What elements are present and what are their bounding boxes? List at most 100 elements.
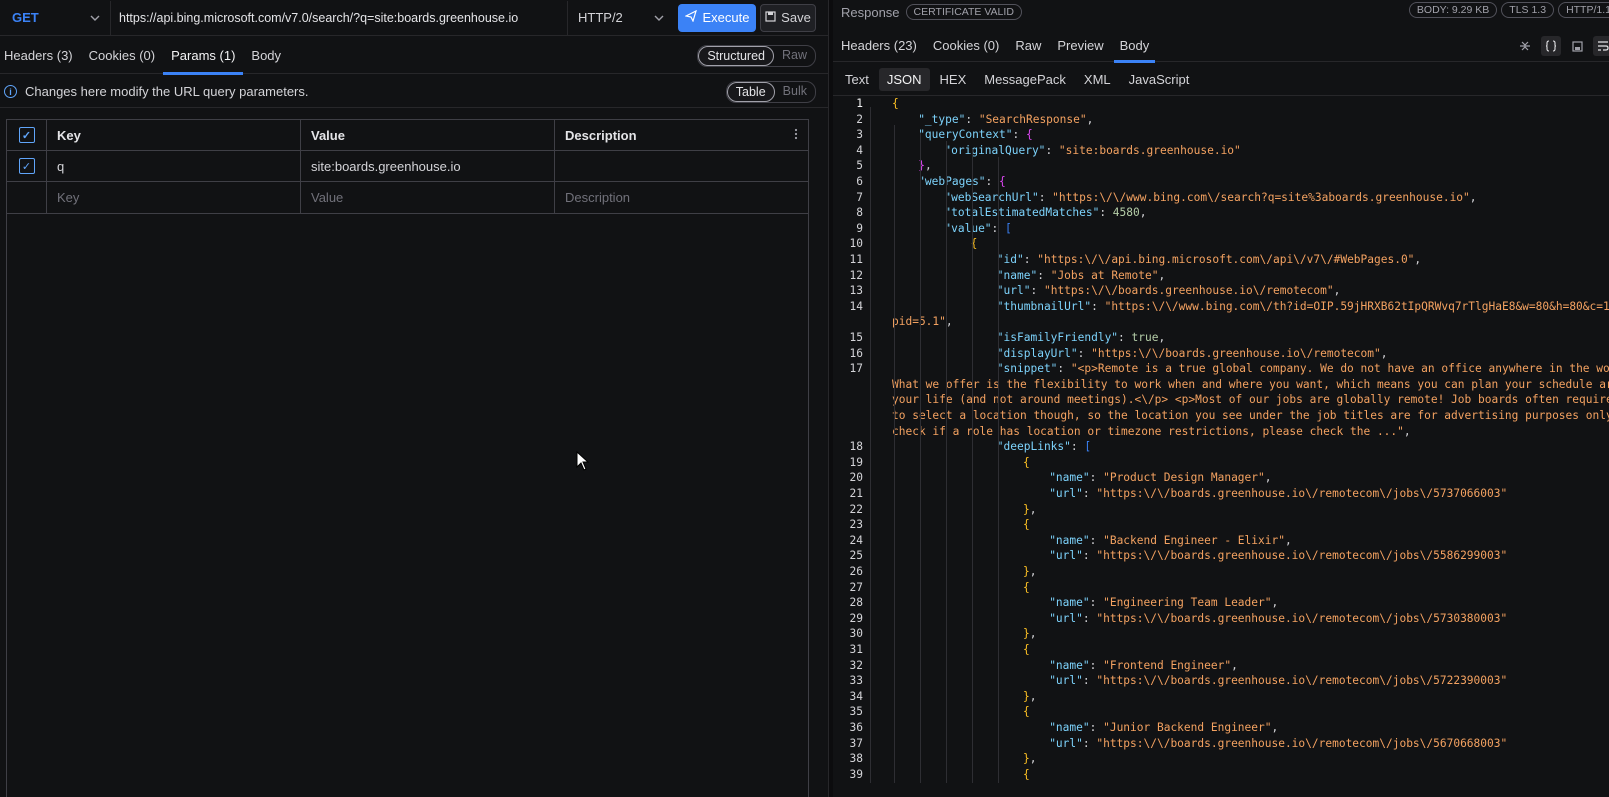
param-key[interactable]: q: [47, 151, 301, 181]
code-token: ,: [1271, 596, 1279, 610]
line-number: 4: [856, 143, 863, 157]
url-input[interactable]: https://api.bing.microsoft.com/v7.0/sear…: [111, 0, 568, 35]
code-token: :: [1099, 206, 1113, 220]
tab-response-cookies[interactable]: Cookies (0): [925, 30, 1007, 62]
line-number: 18: [849, 440, 863, 454]
code-token: }: [1023, 565, 1030, 578]
code-token: :: [1037, 268, 1051, 282]
tab-response-body[interactable]: Body: [1112, 30, 1158, 63]
line-number: 15: [849, 331, 863, 344]
code-line: },: [1023, 565, 1037, 578]
code-token: "Frontend Engineer": [1103, 658, 1232, 672]
line-number: 9: [856, 221, 863, 235]
code-line: "webPages": {: [918, 175, 1006, 188]
code-token: ,: [1284, 533, 1292, 547]
tab-response-headers[interactable]: Headers (23): [833, 30, 925, 62]
code-token: "Junior Backend Engineer": [1103, 721, 1272, 734]
code-token: ,: [1403, 424, 1411, 438]
code-line: {: [1023, 581, 1030, 594]
mode-structured[interactable]: Structured: [698, 45, 774, 66]
code-token: "https:\/\/www.bing.com\/search?q=site%3…: [1052, 190, 1470, 204]
code-token: :: [1091, 299, 1105, 313]
braces-icon[interactable]: [1541, 36, 1561, 56]
format-json[interactable]: JSON: [878, 68, 930, 91]
code-token: ,: [1086, 112, 1094, 126]
line-number: 26: [849, 565, 863, 578]
format-xml[interactable]: XML: [1076, 68, 1119, 91]
line-number: 23: [849, 518, 863, 532]
format-javascript[interactable]: JavaScript: [1121, 68, 1198, 91]
line-number: 20: [849, 471, 863, 485]
row-checkbox[interactable]: ✓: [18, 158, 35, 174]
tab-headers[interactable]: Headers (3): [0, 38, 81, 74]
code-line: "value": [: [944, 222, 1011, 235]
code-line: },: [1023, 752, 1037, 765]
code-line: {: [1023, 456, 1030, 469]
format-hex[interactable]: HEX: [932, 68, 975, 91]
certificate-badge: CERTIFICATE VALID: [905, 4, 1022, 20]
code-token: ,: [1380, 346, 1388, 360]
code-token: "name": [1049, 533, 1090, 547]
code-token: "id": [996, 253, 1024, 266]
code-token: What we offer is the flexibility to work…: [892, 377, 1609, 391]
save-icon[interactable]: [1567, 36, 1587, 56]
line-number: 31: [849, 643, 863, 656]
select-all-checkbox[interactable]: ✓: [18, 127, 35, 143]
line-number: 10: [849, 237, 863, 251]
line-number: 36: [849, 721, 863, 734]
tab-cookies[interactable]: Cookies (0): [81, 38, 163, 74]
format-text[interactable]: Text: [837, 68, 877, 91]
code-token: ,: [1158, 331, 1166, 344]
collapse-icon[interactable]: [1515, 36, 1535, 56]
tab-params[interactable]: Params (1): [163, 38, 244, 75]
json-code-view[interactable]: 1 {2 "_type": "SearchResponse", 3 "queryCont…: [833, 97, 1609, 797]
code-token: "url": [996, 284, 1031, 298]
new-value-input[interactable]: Value: [301, 182, 555, 213]
view-bulk[interactable]: Bulk: [775, 82, 815, 102]
line-number: 11: [849, 253, 863, 266]
more-vertical-icon[interactable]: [794, 128, 798, 143]
col-key: Key: [47, 120, 301, 150]
code-token: "Engineering Team Leader": [1103, 596, 1272, 610]
code-token: "name": [1049, 721, 1090, 734]
code-token: :: [1089, 596, 1104, 610]
tab-response-preview[interactable]: Preview: [1049, 30, 1111, 62]
line-number: 24: [849, 533, 863, 547]
tab-response-raw[interactable]: Raw: [1007, 30, 1049, 62]
code-token: "https:\/\/boards.greenhouse.io\/remotec…: [1096, 549, 1508, 563]
execute-button[interactable]: Execute: [678, 3, 756, 32]
tab-body[interactable]: Body: [243, 38, 289, 74]
indent-guide: [894, 125, 895, 784]
protocol-select[interactable]: HTTP/2: [568, 1, 674, 35]
code-line: to select a location though, so the loca…: [892, 409, 1609, 422]
new-description-input[interactable]: Description: [555, 182, 808, 213]
code-token: "webPages": [918, 175, 986, 188]
line-number: 12: [849, 268, 863, 282]
execute-label: Execute: [702, 10, 750, 25]
line-number: 29: [849, 611, 863, 625]
view-table[interactable]: Table: [726, 81, 775, 102]
response-pane: Response CERTIFICATE VALID BODY: 9.29 KB…: [833, 0, 1609, 797]
code-token: "url": [1049, 549, 1083, 563]
code-token: "url": [1049, 611, 1083, 625]
indent-guide: [998, 157, 999, 784]
param-value[interactable]: site:boards.greenhouse.io: [301, 151, 555, 181]
code-token: :: [1012, 128, 1026, 142]
save-button[interactable]: Save: [760, 3, 816, 32]
code-token: "value": [944, 221, 992, 235]
code-token: ,: [1414, 253, 1422, 266]
method-select[interactable]: GET: [0, 0, 111, 35]
format-messagepack[interactable]: MessagePack: [976, 68, 1074, 91]
code-token: :: [1089, 533, 1104, 547]
wrap-lines-icon[interactable]: [1593, 36, 1609, 56]
code-token: }: [1023, 752, 1030, 766]
code-token: :: [1023, 253, 1038, 266]
code-line: What we offer is the flexibility to work…: [892, 378, 1609, 391]
table-empty-area: [6, 212, 809, 797]
new-key-input[interactable]: Key: [47, 182, 301, 213]
code-token: 4580: [1112, 206, 1140, 220]
mode-raw[interactable]: Raw: [774, 46, 815, 66]
params-table: ✓ Key Value Description ✓ q site:boards.…: [6, 119, 809, 214]
param-description[interactable]: [555, 151, 808, 181]
code-token: {: [892, 97, 899, 110]
